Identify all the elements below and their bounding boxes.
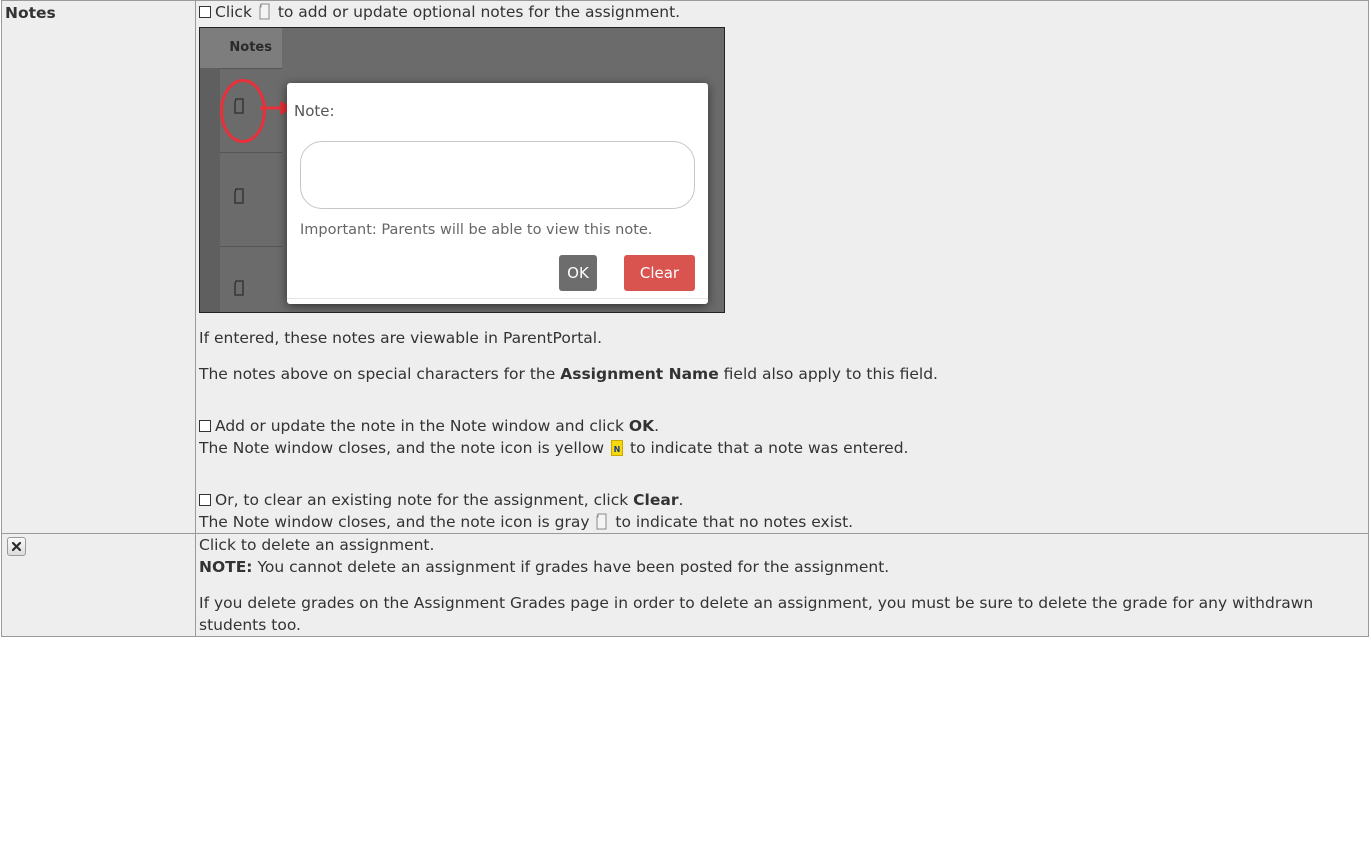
checkbox-icon bbox=[199, 6, 211, 18]
checkbox-icon bbox=[199, 494, 211, 506]
reference-table: Notes Click to add or update optional no… bbox=[1, 0, 1369, 637]
row-label-cell: Notes bbox=[1, 0, 196, 534]
delete-x-icon bbox=[7, 537, 26, 556]
note-gray-icon bbox=[259, 3, 270, 20]
checkbox-icon bbox=[199, 420, 211, 432]
note-gray-icon bbox=[234, 188, 244, 204]
ok-button[interactable]: OK bbox=[559, 255, 597, 291]
note-yellow-icon: N bbox=[611, 440, 624, 456]
note-label: Note: bbox=[294, 102, 335, 120]
note-help-text: Important: Parents will be able to view … bbox=[300, 222, 653, 238]
svg-text:N: N bbox=[614, 445, 621, 454]
clear-button[interactable]: Clear bbox=[624, 255, 695, 291]
step-clear-result: The Note window closes, and the note ico… bbox=[199, 513, 854, 531]
delete-note: NOTE: You cannot delete an assignment if… bbox=[199, 558, 890, 576]
withdrawn-students-paragraph: If you delete grades on the Assignment G… bbox=[199, 594, 1314, 634]
note-gray-icon bbox=[234, 280, 244, 296]
row-description-cell: Click to delete an assignment. NOTE: You… bbox=[195, 533, 1369, 637]
step-add-note: Add or update the note in the Note windo… bbox=[199, 415, 1368, 437]
parentportal-paragraph: If entered, these notes are viewable in … bbox=[199, 329, 603, 347]
note-dialog: Note: Important: Parents will be able to… bbox=[287, 83, 708, 304]
step-add-result: The Note window closes, and the note ico… bbox=[199, 439, 909, 457]
instruction-click-note: Click to add or update optional notes fo… bbox=[199, 1, 1368, 23]
note-gray-icon bbox=[596, 513, 607, 530]
special-characters-paragraph: The notes above on special characters fo… bbox=[199, 365, 938, 383]
row-description-cell: Click to add or update optional notes fo… bbox=[195, 0, 1369, 534]
row-label-cell bbox=[1, 533, 196, 637]
notes-column-header: Notes bbox=[200, 28, 282, 68]
table-row-notes: Notes Click to add or update optional no… bbox=[1, 0, 1369, 534]
note-dialog-screenshot: Notes Note: Important: Parents will be a… bbox=[199, 27, 725, 313]
step-clear-note: Or, to clear an existing note for the as… bbox=[199, 489, 1368, 511]
note-input[interactable] bbox=[300, 141, 695, 209]
table-row-delete: Click to delete an assignment. NOTE: You… bbox=[1, 533, 1369, 637]
delete-instruction: Click to delete an assignment. bbox=[199, 536, 435, 554]
row-label-notes: Notes bbox=[5, 4, 56, 22]
